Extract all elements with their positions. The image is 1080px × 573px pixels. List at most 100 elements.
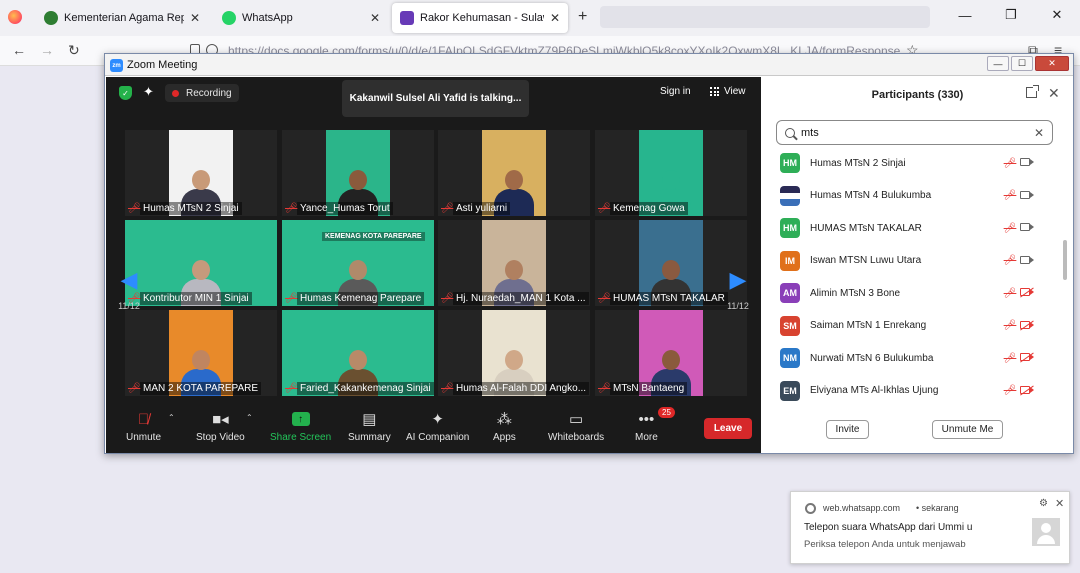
close-icon[interactable]: ✕ (1048, 85, 1060, 102)
clear-search-icon[interactable]: ✕ (1034, 126, 1044, 140)
chevron-up-icon[interactable]: ⌃ (246, 413, 253, 422)
participant-row[interactable]: Humas MTsN 4 Bulukumba 🎤︎ (780, 185, 1060, 207)
ai-sparkle-icon[interactable]: ✦ (143, 84, 154, 100)
tab-kemenag[interactable]: Kementerian Agama Republik Ind ✕ (36, 3, 208, 33)
video-off-icon[interactable] (1020, 353, 1034, 361)
tab-whatsapp[interactable]: WhatsApp ✕ (214, 3, 388, 33)
recording-label: Recording (186, 87, 232, 99)
video-tile[interactable]: 🎤︎ Humas Al-Falah DDI Angko... (438, 310, 590, 396)
unmute-me-button[interactable]: Unmute Me (932, 420, 1003, 439)
reload-icon[interactable]: ↻ (68, 42, 80, 59)
tile-name-bar: 🎤︎ MAN 2 KOTA PAREPARE (125, 380, 277, 396)
participant-search-input[interactable]: mts ✕ (776, 120, 1053, 145)
video-tile[interactable]: 🎤︎ Kemenag Gowa (595, 130, 747, 216)
close-icon[interactable]: ✕ (1035, 56, 1069, 71)
view-button[interactable]: View (710, 86, 746, 97)
video-tile[interactable]: 🎤︎ Kontributor MIN 1 Sinjai (125, 220, 277, 306)
whatsapp-call-notification[interactable]: web.whatsapp.com • sekarang ⚙ ✕ Telepon … (790, 491, 1070, 564)
new-tab-button[interactable]: + (578, 8, 587, 26)
video-camera-icon[interactable] (1020, 158, 1034, 166)
video-camera-icon: ■◂ (212, 411, 229, 428)
video-off-icon[interactable] (1020, 288, 1034, 296)
tile-participant-name: MTsN Bantaeng (610, 381, 688, 395)
video-camera-icon[interactable] (1020, 223, 1034, 231)
leave-button[interactable]: Leave (704, 418, 752, 439)
close-icon[interactable]: ✕ (370, 11, 380, 25)
video-tile[interactable]: KEMENAG KOTA PAREPARE 🎤︎ Humas Kemenag Par… (282, 220, 434, 306)
tab-rakor-form[interactable]: Rakor Kehumasan - Sulawesi Sel ✕ (392, 3, 568, 33)
mic-off-icon[interactable]: 🎤︎ (1002, 223, 1018, 234)
forward-arrow-icon[interactable]: → (40, 42, 54, 58)
share-screen-button[interactable]: ↑ Share Screen (270, 409, 331, 443)
mic-off-icon[interactable]: 🎤︎ (1002, 158, 1018, 169)
search-value[interactable]: mts (801, 127, 1034, 139)
video-tile[interactable]: 🎤︎ Yance_Humas Torut (282, 130, 434, 216)
video-tile[interactable]: 🎤︎ Humas MTsN 2 Sinjai (125, 130, 277, 216)
ai-sparkle-icon: ✦ (431, 411, 444, 428)
ai-companion-label: AI Companion (406, 432, 470, 443)
video-tile[interactable]: 🎤︎ MAN 2 KOTA PAREPARE (125, 310, 277, 396)
video-tile[interactable]: 🎤︎ Asti yuliarni (438, 130, 590, 216)
video-off-icon[interactable] (1020, 320, 1034, 329)
unmute-button[interactable]: 🎙̸ Unmute (126, 409, 162, 444)
participant-row[interactable]: EM Elviyana MTs Al-Ikhlas Ujung 🎤︎ (780, 380, 1060, 402)
gear-icon[interactable]: ⚙ (1039, 498, 1048, 509)
whiteboards-button[interactable]: ▭ Whiteboards (548, 409, 604, 443)
minimize-icon[interactable]: — (987, 56, 1009, 71)
recording-indicator[interactable]: Recording (165, 84, 239, 102)
close-icon[interactable]: ✕ (550, 11, 560, 25)
tile-name-bar: 🎤︎ Kemenag Gowa (595, 200, 747, 216)
ai-companion-button[interactable]: ✦ AI Companion (406, 409, 469, 443)
popout-icon[interactable] (1026, 85, 1039, 98)
tile-participant-name: Kontributor MIN 1 Sinjai (140, 291, 252, 305)
avatar: NM (780, 348, 800, 368)
video-camera-icon[interactable] (1020, 190, 1034, 199)
mic-off-icon[interactable]: 🎤︎ (1002, 255, 1018, 266)
video-tile[interactable]: 🎤︎ Faried_Kakankemenag Sinjai (282, 310, 434, 396)
prev-page-button[interactable]: ◀ 11/12 (114, 251, 144, 327)
video-tile[interactable]: 🎤︎ Hj. Nuraedah_MAN 1 Kota ... (438, 220, 590, 306)
participant-row[interactable]: AM Alimin MTsN 3 Bone 🎤︎ (780, 282, 1060, 304)
invite-button[interactable]: Invite (826, 420, 869, 439)
restore-icon[interactable]: ❐ (988, 0, 1034, 30)
video-camera-icon[interactable] (1020, 255, 1034, 264)
mic-off-icon[interactable]: 🎤︎ (1002, 353, 1018, 364)
mic-off-icon[interactable]: 🎤︎ (1002, 320, 1018, 331)
scrollbar-thumb[interactable] (1063, 240, 1067, 280)
mic-off-icon[interactable]: 🎤︎ (1002, 288, 1018, 299)
minimize-icon[interactable]: — (942, 0, 988, 30)
avatar (780, 185, 800, 206)
close-icon[interactable]: ✕ (1034, 0, 1080, 30)
tile-name-bar: 🎤︎ Humas Kemenag Parepare (282, 290, 434, 306)
participant-row[interactable]: SM Saiman MTsN 1 Enrekang 🎤︎ (780, 315, 1060, 337)
maximize-icon[interactable]: ☐ (1011, 56, 1033, 71)
participant-scrollbar[interactable] (1062, 152, 1068, 412)
mic-off-icon[interactable]: 🎤︎ (1002, 190, 1018, 201)
video-off-icon[interactable] (1020, 385, 1034, 394)
participant-row[interactable]: NM Nurwati MTsN 6 Bulukumba 🎤︎ (780, 347, 1060, 369)
more-button[interactable]: ••• More (635, 409, 658, 444)
mic-off-icon[interactable]: 🎤︎ (1002, 385, 1018, 396)
chevron-up-icon[interactable]: ⌃ (168, 413, 175, 422)
close-icon[interactable]: ✕ (1055, 497, 1064, 510)
meeting-toolbar: 🎙̸ Unmute ⌃ ■◂ Stop Video ⌃ ↑ Share Scre… (106, 403, 761, 453)
background-window-strip (600, 6, 930, 28)
stop-video-button[interactable]: ■◂ Stop Video (196, 409, 245, 443)
tile-participant-name: Humas MTsN 2 Sinjai (140, 201, 242, 215)
sign-in-button[interactable]: Sign in (660, 86, 691, 97)
apps-button[interactable]: ⁂ Apps (493, 409, 516, 443)
chrome-icon (805, 503, 816, 514)
next-page-button[interactable]: ▶ 11/12 (723, 251, 753, 327)
participant-row[interactable]: HM HUMAS MTsN TAKALAR 🎤︎ (780, 217, 1060, 239)
unmute-label: Unmute (126, 432, 162, 443)
firefox-icon[interactable] (8, 10, 22, 24)
back-arrow-icon[interactable]: ← (12, 42, 26, 58)
mic-off-icon: 🎤︎ (128, 202, 141, 214)
participant-row[interactable]: IM Iswan MTSN Luwu Utara 🎤︎ (780, 250, 1060, 272)
apps-label: Apps (493, 432, 516, 443)
security-shield-icon[interactable]: ✓ (119, 86, 132, 100)
participant-row[interactable]: HM Humas MTsN 2 Sinjai 🎤︎ (780, 152, 1060, 174)
summary-button[interactable]: ▤ Summary (348, 409, 391, 443)
close-icon[interactable]: ✕ (190, 11, 200, 25)
mic-off-icon: 🎙̸ (137, 410, 150, 428)
